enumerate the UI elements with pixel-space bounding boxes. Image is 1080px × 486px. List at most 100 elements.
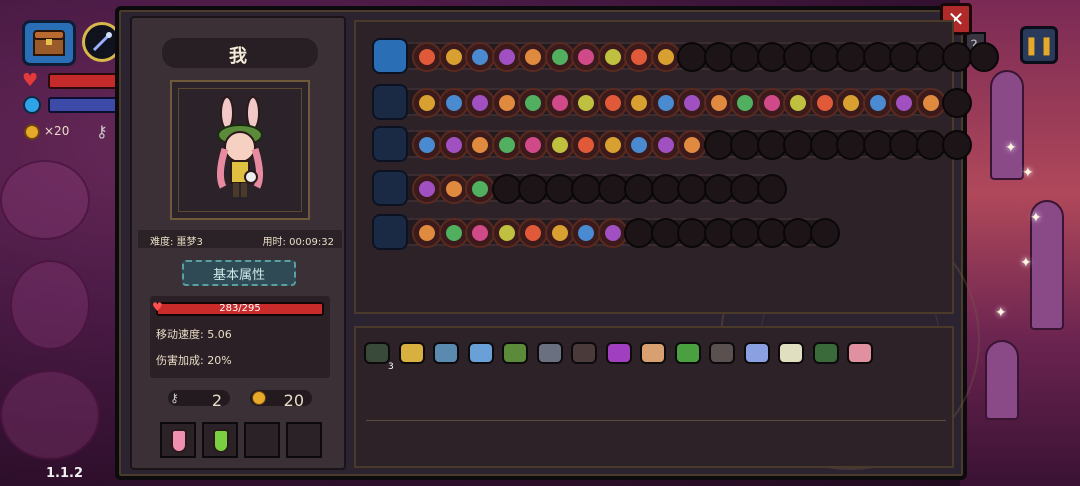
upgrade-slot-filled[interactable] xyxy=(518,130,548,160)
leaf-item[interactable] xyxy=(674,342,703,370)
egg-item[interactable] xyxy=(640,342,668,370)
gauntlet-icon[interactable] xyxy=(372,170,408,206)
upgrade-slot-filled[interactable] xyxy=(597,42,628,72)
upgrade-slot-filled[interactable] xyxy=(915,88,946,118)
upgrade-slot-filled[interactable] xyxy=(438,218,469,248)
upgrade-slot-filled[interactable] xyxy=(518,42,548,72)
upgrade-slot-filled[interactable] xyxy=(438,88,469,118)
bell-item[interactable] xyxy=(709,342,737,370)
upgrade-slot-filled[interactable] xyxy=(544,88,575,118)
upgrade-slot-empty[interactable] xyxy=(677,218,707,248)
inventory-chest-button[interactable] xyxy=(22,20,76,66)
upgrade-slot-filled[interactable] xyxy=(412,88,442,118)
armor-item[interactable]: 3 xyxy=(364,342,394,372)
upgrade-slot-empty[interactable] xyxy=(862,42,893,72)
magnifier-item[interactable] xyxy=(433,342,461,370)
upgrade-slot-empty[interactable] xyxy=(597,174,628,204)
upgrade-slot-empty[interactable] xyxy=(862,130,893,160)
upgrade-slot-filled[interactable] xyxy=(650,42,681,72)
antler-item[interactable] xyxy=(398,342,427,370)
upgrade-slot-filled[interactable] xyxy=(571,42,601,72)
staff-icon[interactable] xyxy=(372,214,408,250)
potion-slot-4[interactable] xyxy=(286,422,322,458)
upgrade-slot-empty[interactable] xyxy=(491,174,522,204)
upgrade-slot-filled[interactable] xyxy=(677,88,707,118)
upgrade-slot-empty[interactable] xyxy=(677,42,707,72)
dark-cloak-item[interactable] xyxy=(571,342,599,370)
upgrade-slot-empty[interactable] xyxy=(703,174,734,204)
upgrade-slot-filled[interactable] xyxy=(650,88,681,118)
upgrade-slot-filled[interactable] xyxy=(412,218,442,248)
upgrade-slot-filled[interactable] xyxy=(438,130,469,160)
grey-gem-item[interactable] xyxy=(536,342,565,370)
green-boot-item[interactable] xyxy=(812,342,841,370)
upgrade-slot-empty[interactable] xyxy=(730,218,760,248)
upgrade-slot-empty[interactable] xyxy=(518,174,548,204)
upgrade-slot-filled[interactable] xyxy=(438,174,469,204)
upgrade-slot-filled[interactable] xyxy=(650,130,681,160)
upgrade-slot-empty[interactable] xyxy=(703,130,734,160)
fang-item[interactable] xyxy=(778,342,806,370)
tab-basic-attributes[interactable]: 基本属性 xyxy=(182,260,296,286)
wand-icon[interactable] xyxy=(372,84,408,120)
upgrade-slot-filled[interactable] xyxy=(677,130,707,160)
potion-slot-3[interactable] xyxy=(244,422,280,458)
upgrade-slot-filled[interactable] xyxy=(465,42,495,72)
upgrade-slot-empty[interactable] xyxy=(756,42,787,72)
upgrade-slot-empty[interactable] xyxy=(730,130,760,160)
upgrade-slot-filled[interactable] xyxy=(624,42,654,72)
upgrade-slot-empty[interactable] xyxy=(703,42,734,72)
upgrade-slot-filled[interactable] xyxy=(465,174,495,204)
upgrade-slot-empty[interactable] xyxy=(836,130,866,160)
upgrade-slot-filled[interactable] xyxy=(571,88,601,118)
potion-slot-2[interactable] xyxy=(202,422,238,458)
upgrade-slot-empty[interactable] xyxy=(783,130,813,160)
upgrade-slot-filled[interactable] xyxy=(518,218,548,248)
upgrade-slot-filled[interactable] xyxy=(730,88,760,118)
upgrade-slot-empty[interactable] xyxy=(730,42,760,72)
upgrade-slot-filled[interactable] xyxy=(412,174,442,204)
spear-icon[interactable] xyxy=(372,126,408,162)
upgrade-slot-empty[interactable] xyxy=(809,130,840,160)
upgrade-slot-empty[interactable] xyxy=(730,174,760,204)
upgrade-slot-empty[interactable] xyxy=(836,42,866,72)
upgrade-slot-empty[interactable] xyxy=(544,174,575,204)
upgrade-slot-empty[interactable] xyxy=(650,174,681,204)
upgrade-slot-empty[interactable] xyxy=(889,130,919,160)
upgrade-slot-filled[interactable] xyxy=(756,88,787,118)
upgrade-slot-filled[interactable] xyxy=(544,130,575,160)
upgrade-slot-empty[interactable] xyxy=(889,42,919,72)
upgrade-slot-empty[interactable] xyxy=(650,218,681,248)
upgrade-slot-filled[interactable] xyxy=(571,218,601,248)
upgrade-slot-filled[interactable] xyxy=(597,130,628,160)
upgrade-slot-filled[interactable] xyxy=(836,88,866,118)
upgrade-slot-empty[interactable] xyxy=(942,130,972,160)
upgrade-slot-empty[interactable] xyxy=(677,174,707,204)
upgrade-slot-empty[interactable] xyxy=(624,174,654,204)
upgrade-slot-filled[interactable] xyxy=(491,88,522,118)
upgrade-slot-filled[interactable] xyxy=(889,88,919,118)
upgrade-slot-filled[interactable] xyxy=(491,42,522,72)
upgrade-slot-filled[interactable] xyxy=(438,42,469,72)
upgrade-slot-empty[interactable] xyxy=(942,42,972,72)
feather-item[interactable] xyxy=(847,342,875,370)
upgrade-slot-filled[interactable] xyxy=(465,130,495,160)
upgrade-slot-empty[interactable] xyxy=(756,130,787,160)
upgrade-slot-filled[interactable] xyxy=(412,42,442,72)
upgrade-slot-empty[interactable] xyxy=(624,218,654,248)
upgrade-slot-filled[interactable] xyxy=(518,88,548,118)
rainbow-cape-item[interactable] xyxy=(605,342,634,370)
lotus-item[interactable] xyxy=(743,342,772,370)
upgrade-slot-empty[interactable] xyxy=(783,218,813,248)
potion-slot-1[interactable] xyxy=(160,422,196,458)
pause-button[interactable]: ❚❚ xyxy=(1020,26,1058,64)
upgrade-slot-filled[interactable] xyxy=(862,88,893,118)
upgrade-slot-empty[interactable] xyxy=(571,174,601,204)
upgrade-slot-empty[interactable] xyxy=(756,218,787,248)
upgrade-slot-empty[interactable] xyxy=(703,218,734,248)
upgrade-slot-filled[interactable] xyxy=(624,88,654,118)
upgrade-slot-filled[interactable] xyxy=(412,130,442,160)
upgrade-slot-empty[interactable] xyxy=(915,42,946,72)
upgrade-slot-empty[interactable] xyxy=(809,42,840,72)
upgrade-slot-filled[interactable] xyxy=(465,218,495,248)
